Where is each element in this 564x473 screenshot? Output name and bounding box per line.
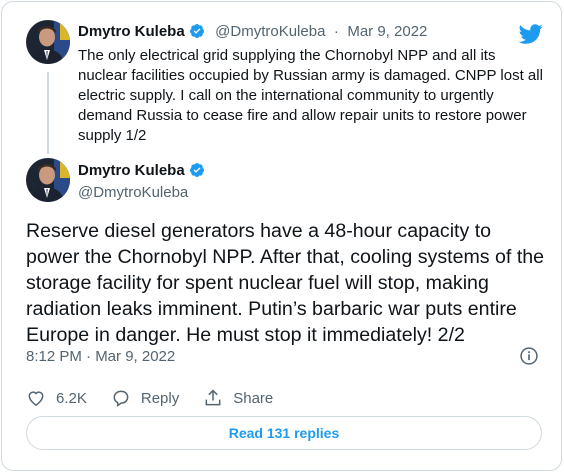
tweet-embed-card: Dmytro Kuleba @DmytroKuleba · Mar 9, 202… bbox=[1, 1, 562, 471]
like-count: 6.2K bbox=[56, 389, 87, 407]
reply-bubble-icon bbox=[113, 390, 129, 407]
heart-icon bbox=[28, 391, 44, 406]
author-name[interactable]: Dmytro Kuleba bbox=[78, 23, 185, 40]
author-name[interactable]: Dmytro Kuleba bbox=[78, 162, 185, 179]
main-tweet-author: Dmytro Kuleba bbox=[78, 162, 205, 180]
share-icon bbox=[205, 389, 221, 406]
verified-badge-icon bbox=[189, 163, 204, 177]
author-handle[interactable]: @DmytroKuleba bbox=[215, 23, 325, 40]
avatar-portrait-icon bbox=[26, 158, 70, 202]
share-label: Share bbox=[233, 389, 274, 407]
like-button[interactable]: 6.2K bbox=[26, 388, 87, 408]
tweet-date[interactable]: Mar 9, 2022 bbox=[347, 23, 427, 40]
author-handle[interactable]: @DmytroKuleba bbox=[78, 184, 188, 201]
info-icon[interactable] bbox=[519, 346, 539, 366]
avatar-portrait-icon bbox=[26, 20, 70, 64]
tweet-timestamp[interactable]: 8:12 PM · Mar 9, 2022 bbox=[26, 348, 175, 365]
reply-tweet-text: The only electrical grid supplying the C… bbox=[78, 47, 543, 144]
thread-connector-line bbox=[47, 72, 49, 154]
avatar[interactable] bbox=[26, 158, 70, 202]
reply-tweet-header: Dmytro Kuleba @DmytroKuleba · Mar 9, 202… bbox=[78, 23, 427, 41]
reply-label: Reply bbox=[140, 389, 180, 407]
reply-button[interactable]: Reply bbox=[111, 388, 179, 408]
read-replies-button[interactable]: Read 131 replies bbox=[26, 416, 542, 450]
verified-badge-icon bbox=[189, 24, 204, 38]
twitter-logo-icon[interactable] bbox=[519, 22, 543, 46]
avatar[interactable] bbox=[26, 20, 70, 64]
share-button[interactable]: Share bbox=[203, 388, 273, 408]
tweet-actions: 6.2K Reply Share bbox=[26, 387, 297, 409]
main-tweet-text: Reserve diesel generators have a 48-hour… bbox=[26, 220, 545, 346]
separator-dot: · bbox=[333, 23, 339, 40]
